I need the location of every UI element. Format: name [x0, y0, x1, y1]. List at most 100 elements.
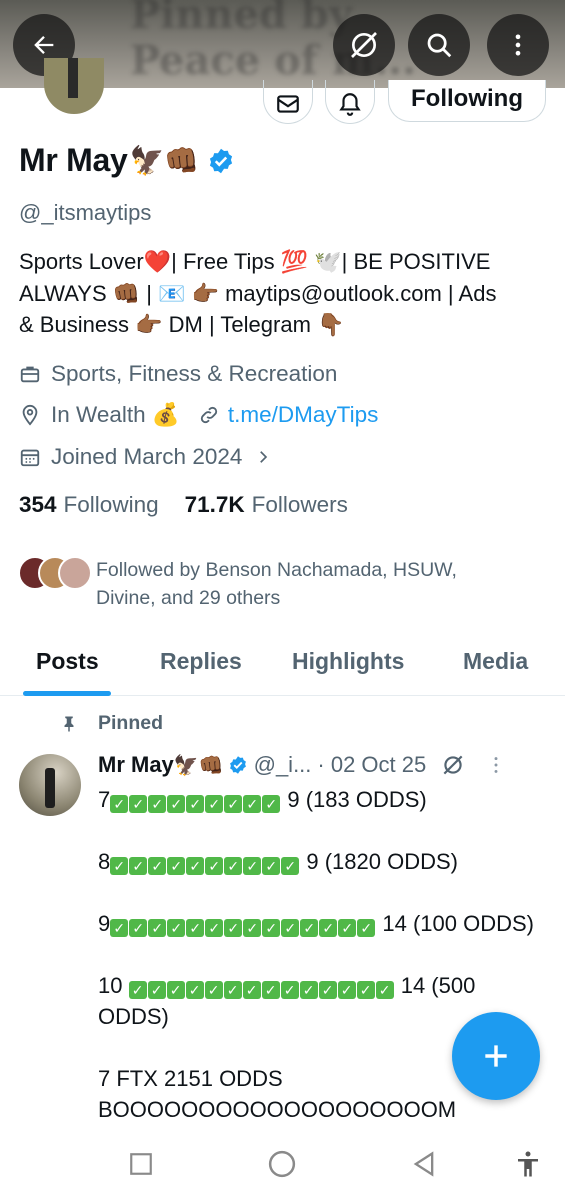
tab-posts[interactable]: Posts [36, 648, 99, 675]
line-prefix: 9 [98, 911, 111, 936]
link-icon [200, 406, 218, 424]
profile-location-link: In Wealth 💰 t.me/DMayTips [19, 402, 378, 428]
category-text: Sports, Fitness & Recreation [51, 361, 338, 386]
following-button[interactable]: Following [388, 80, 546, 122]
square-icon [130, 1153, 152, 1175]
check-mark-icon: ✓ [224, 919, 243, 937]
check-mark-icon: ✓ [148, 795, 167, 813]
check-mark-icon: ✓ [128, 981, 147, 999]
following-count: 354 [19, 492, 57, 517]
check-emojis: ✓ ✓ ✓ ✓ ✓ ✓ ✓ ✓ ✓ [110, 787, 281, 813]
check-mark-icon: ✓ [319, 919, 338, 937]
post-author-name[interactable]: Mr May [98, 752, 174, 778]
check-mark-icon: ✓ [129, 857, 148, 875]
calendar-icon [20, 449, 40, 467]
profile-website-link[interactable]: t.me/DMayTips [228, 402, 378, 428]
post-author-avatar[interactable] [19, 754, 81, 816]
check-mark-icon: ✓ [243, 919, 262, 937]
check-mark-icon: ✓ [129, 919, 148, 937]
post-header: Mr May 🦅👊🏾 @_i... · 02 Oct 25 [98, 752, 504, 778]
tab-replies[interactable]: Replies [160, 648, 242, 675]
check-mark-icon: ✓ [148, 919, 167, 937]
line-prefix: 8 [98, 849, 111, 874]
line-suffix: 9 (183 ODDS) [281, 787, 427, 812]
line-suffix: 14 (500 [394, 973, 476, 998]
location-pin-icon [22, 404, 38, 426]
check-mark-icon: ✓ [110, 857, 129, 875]
line-suffix: 9 (1820 ODDS) [300, 849, 458, 874]
check-mark-icon: ✓ [224, 857, 243, 875]
post-line: 8 ✓ ✓ ✓ ✓ ✓ ✓ ✓ ✓ ✓ ✓ 9 (1820 ODDS) [98, 846, 548, 877]
profile-avatar[interactable] [44, 58, 104, 114]
post-line: BOOOOOOOOOOOOOOOOOOOM [98, 1097, 457, 1122]
check-mark-icon: ✓ [167, 919, 186, 937]
check-mark-icon: ✓ [148, 857, 167, 875]
verified-badge-icon[interactable] [207, 147, 235, 175]
more-vertical-icon [515, 34, 521, 56]
accessibility-button[interactable] [512, 1148, 544, 1180]
active-tab-indicator [23, 691, 111, 696]
home-button[interactable] [266, 1148, 298, 1180]
check-emojis: ✓ ✓ ✓ ✓ ✓ ✓ ✓ ✓ ✓ ✓ ✓ ✓ ✓ ✓ [110, 911, 376, 937]
briefcase-icon [20, 366, 40, 383]
compose-post-button[interactable] [452, 1012, 540, 1100]
check-mark-icon: ✓ [186, 857, 205, 875]
pinned-indicator: Pinned [60, 712, 163, 735]
grok-button[interactable] [333, 14, 395, 76]
check-mark-icon: ✓ [318, 981, 337, 999]
followers-count: 71.7K [184, 492, 245, 517]
check-mark-icon: ✓ [147, 981, 166, 999]
grok-icon[interactable] [440, 752, 466, 778]
name-emoji: 🦅👊🏾 [129, 145, 200, 176]
more-button[interactable] [487, 14, 549, 76]
triangle-back-icon [413, 1151, 434, 1177]
location-text: In Wealth 💰 [51, 402, 180, 427]
post-date: · 02 Oct 25 [317, 752, 427, 777]
check-mark-icon: ✓ [166, 981, 185, 999]
tab-highlights[interactable]: Highlights [292, 648, 404, 675]
back-nav-button[interactable] [408, 1148, 440, 1180]
profile-category: Sports, Fitness & Recreation [19, 361, 337, 387]
accessibility-icon [518, 1151, 538, 1177]
profile-joined[interactable]: Joined March 2024 [19, 444, 272, 470]
followers-stat[interactable]: 71.7K Followers [185, 492, 348, 518]
search-button[interactable] [408, 14, 470, 76]
bio-line: & Business 👉🏾 DM | Telegram 👇🏾 [19, 312, 345, 337]
plus-icon [485, 1045, 507, 1067]
post-line: 10 ✓ ✓ ✓ ✓ ✓ ✓ ✓ ✓ ✓ ✓ ✓ ✓ ✓ ✓ 14 (500 [98, 970, 548, 1001]
check-mark-icon: ✓ [205, 857, 224, 875]
circle-icon [268, 1150, 296, 1178]
profile-handle: @_itsmaytips [19, 200, 152, 225]
post-more-icon[interactable] [488, 754, 504, 776]
mail-icon [277, 94, 299, 113]
notifications-button[interactable] [325, 80, 375, 124]
chevron-right-icon [260, 451, 268, 463]
recents-button[interactable] [125, 1148, 157, 1180]
profile-name-row: Mr May 🦅👊🏾 [19, 142, 235, 179]
check-mark-icon: ✓ [300, 919, 319, 937]
grok-icon [351, 32, 377, 58]
profile-tabs: Posts Replies Highlights Media [0, 636, 565, 696]
tab-media[interactable]: Media [463, 648, 528, 675]
check-emojis: ✓ ✓ ✓ ✓ ✓ ✓ ✓ ✓ ✓ ✓ ✓ ✓ ✓ ✓ [128, 973, 395, 999]
bio-line: Sports Lover❤️| Free Tips 💯 🕊️| BE POSIT… [19, 249, 491, 274]
message-button[interactable] [263, 80, 313, 124]
search-icon [427, 33, 452, 58]
check-mark-icon: ✓ [243, 795, 262, 813]
check-mark-icon: ✓ [356, 981, 375, 999]
check-mark-icon: ✓ [357, 919, 376, 937]
check-mark-icon: ✓ [262, 919, 281, 937]
followed-by[interactable]: Followed by Benson Nachamada, HSUW, Divi… [18, 556, 457, 609]
post-author-emoji: 🦅👊🏾 [173, 754, 224, 777]
post-line: 7 ✓ ✓ ✓ ✓ ✓ ✓ ✓ ✓ ✓ 9 (183 ODDS) [98, 784, 548, 815]
check-mark-icon: ✓ [186, 919, 205, 937]
back-arrow-icon [34, 36, 54, 54]
verified-badge-icon [229, 756, 246, 774]
follow-stats: 354 Following 71.7K Followers [19, 492, 348, 518]
check-mark-icon: ✓ [223, 981, 242, 999]
line-prefix: 7 [98, 787, 111, 812]
following-stat[interactable]: 354 Following [19, 492, 159, 518]
check-mark-icon: ✓ [224, 795, 243, 813]
check-emojis: ✓ ✓ ✓ ✓ ✓ ✓ ✓ ✓ ✓ ✓ [110, 849, 300, 875]
